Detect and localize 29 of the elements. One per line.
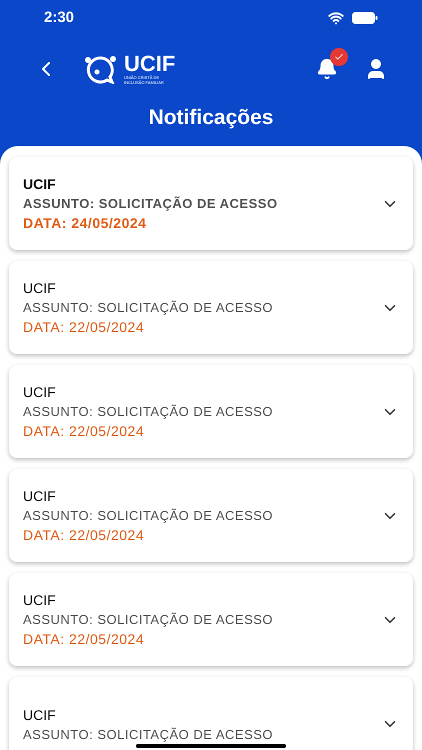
notification-sender: UCIF [23, 278, 56, 298]
notification-subject: ASSUNTO: SOLICITAÇÃO DE ACESSO [23, 300, 274, 316]
wifi-icon [328, 10, 344, 26]
notification-date: DATA: 22/05/2024 [23, 526, 144, 544]
notification-subject: ASSUNTO: SOLICITAÇÃO DE ACESSO [23, 612, 274, 628]
status-time: 2:30 [44, 8, 74, 28]
notification-card[interactable]: UCIF ASSUNTO: SOLICITAÇÃO DE ACESSO DATA: 22/05/2024 [9, 261, 413, 354]
notification-subject: ASSUNTO: SOLICITAÇÃO DE ACESSO [23, 196, 278, 212]
notification-card[interactable]: UCIF ASSUNTO: SOLICITAÇÃO DE ACESSO DATA: 24/05/2024 [9, 157, 413, 250]
notification-card[interactable]: UCIF ASSUNTO: SOLICITAÇÃO DE ACESSO DATA: 22/05/2024 [9, 573, 413, 666]
notification-sender: UCIF [23, 382, 56, 402]
notification-card[interactable]: UCIF ASSUNTO: SOLICITAÇÃO DE ACESSO DATA: 22/05/2024 [9, 365, 413, 458]
notification-date: DATA: 24/05/2024 [23, 214, 146, 232]
notification-date: DATA: 22/05/2024 [23, 630, 144, 648]
notification-subject: ASSUNTO: SOLICITAÇÃO DE ACESSO [23, 726, 274, 742]
battery-icon [352, 12, 378, 24]
notification-sender: UCIF [23, 174, 56, 194]
notification-sender: UCIF [23, 486, 56, 506]
notification-card[interactable]: UCIF ASSUNTO: SOLICITAÇÃO DE ACESSO DATA: 22/05/2024 [9, 469, 413, 562]
notification-card[interactable]: UCIF ASSUNTO: SOLICITAÇÃO DE ACESSO [9, 677, 413, 750]
notification-date: DATA: 22/05/2024 [23, 318, 144, 336]
notifications-icon[interactable] [316, 58, 338, 80]
notification-sender: UCIF [23, 706, 56, 724]
logo-text: UCIF [124, 53, 176, 75]
notification-sender: UCIF [23, 590, 56, 610]
notification-subject: ASSUNTO: SOLICITAÇÃO DE ACESSO [23, 404, 274, 420]
page-title: Notificações [148, 105, 274, 131]
notification-date: DATA: 22/05/2024 [23, 422, 144, 440]
notification-subject: ASSUNTO: SOLICITAÇÃO DE ACESSO [23, 508, 274, 524]
